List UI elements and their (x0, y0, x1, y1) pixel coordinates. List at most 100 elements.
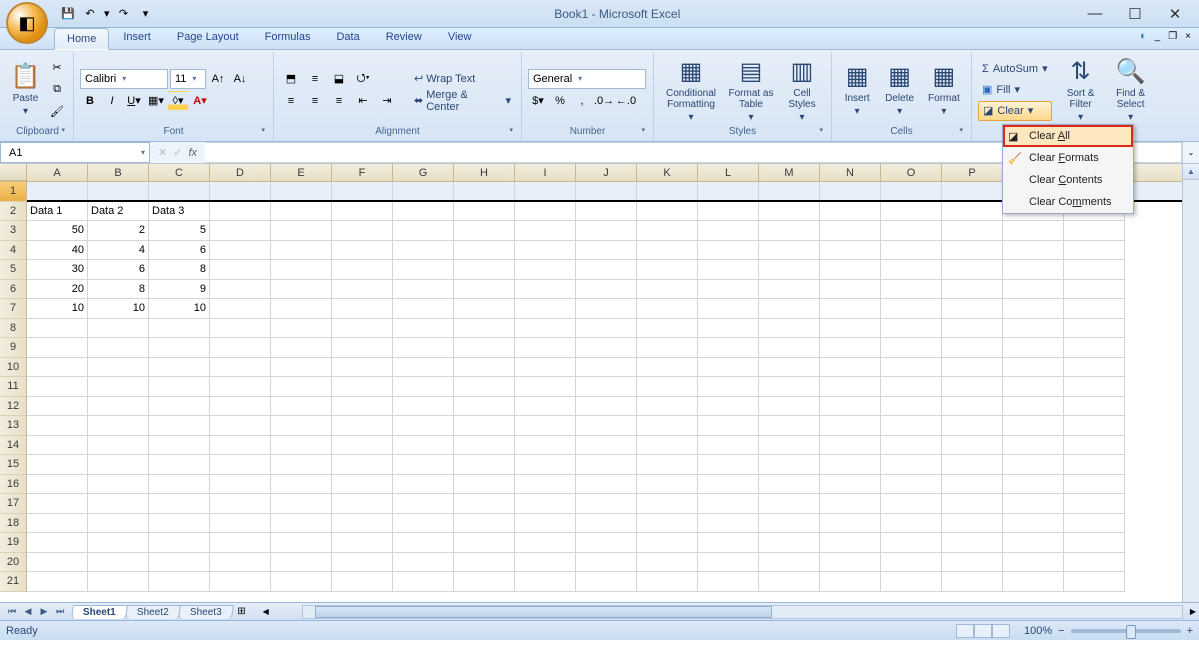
clear-contents-item[interactable]: Clear Contents (1003, 169, 1133, 191)
cell-I4[interactable] (515, 241, 576, 261)
cell-N7[interactable] (820, 299, 881, 319)
cell-B20[interactable] (88, 553, 149, 573)
cell-J13[interactable] (576, 416, 637, 436)
cell-E15[interactable] (271, 455, 332, 475)
cell-J20[interactable] (576, 553, 637, 573)
cell-I10[interactable] (515, 358, 576, 378)
cell-L17[interactable] (698, 494, 759, 514)
cell-L3[interactable] (698, 221, 759, 241)
cell-D2[interactable] (210, 202, 271, 222)
cell-P20[interactable] (942, 553, 1003, 573)
cell-J9[interactable] (576, 338, 637, 358)
grow-font-button[interactable]: A↑ (208, 69, 228, 89)
cell-K2[interactable] (637, 202, 698, 222)
cut-button[interactable]: ✂ (47, 58, 67, 78)
cell-O2[interactable] (881, 202, 942, 222)
cell-H19[interactable] (454, 533, 515, 553)
cell-I13[interactable] (515, 416, 576, 436)
cell-F14[interactable] (332, 436, 393, 456)
cell-Q5[interactable] (1003, 260, 1064, 280)
cell-J14[interactable] (576, 436, 637, 456)
cell-E12[interactable] (271, 397, 332, 417)
orientation-button[interactable]: ⭯▾ (352, 69, 374, 89)
cell-B7[interactable]: 10 (88, 299, 149, 319)
cell-B19[interactable] (88, 533, 149, 553)
row-header-16[interactable]: 16 (0, 475, 27, 495)
cell-L2[interactable] (698, 202, 759, 222)
cell-D20[interactable] (210, 553, 271, 573)
cell-C12[interactable] (149, 397, 210, 417)
cell-F13[interactable] (332, 416, 393, 436)
cell-A8[interactable] (27, 319, 88, 339)
cell-C16[interactable] (149, 475, 210, 495)
col-header-O[interactable]: O (881, 164, 942, 181)
cell-L4[interactable] (698, 241, 759, 261)
restore-window-icon[interactable]: ❐ (1168, 31, 1177, 42)
clear-all-item[interactable]: ◪Clear All (1003, 125, 1133, 147)
cell-H14[interactable] (454, 436, 515, 456)
cell-I2[interactable] (515, 202, 576, 222)
increase-indent-button[interactable]: ⇥ (376, 91, 398, 111)
cell-O16[interactable] (881, 475, 942, 495)
cell-B17[interactable] (88, 494, 149, 514)
font-size-combo[interactable]: 11 (170, 69, 206, 89)
tab-formulas[interactable]: Formulas (253, 27, 323, 49)
cell-R13[interactable] (1064, 416, 1125, 436)
wrap-text-button[interactable]: ↩Wrap Text (410, 69, 515, 89)
col-header-D[interactable]: D (210, 164, 271, 181)
sheet-nav-prev-icon[interactable]: ◀ (20, 606, 36, 617)
cell-B18[interactable] (88, 514, 149, 534)
comma-button[interactable]: , (572, 91, 592, 111)
cell-L13[interactable] (698, 416, 759, 436)
cell-H16[interactable] (454, 475, 515, 495)
cell-F8[interactable] (332, 319, 393, 339)
cell-N21[interactable] (820, 572, 881, 592)
increase-decimal-button[interactable]: .0→ (594, 91, 614, 111)
cell-K21[interactable] (637, 572, 698, 592)
cell-Q19[interactable] (1003, 533, 1064, 553)
cell-Q6[interactable] (1003, 280, 1064, 300)
sheet-nav-last-icon[interactable]: ⏭ (52, 606, 68, 617)
cell-D5[interactable] (210, 260, 271, 280)
align-bottom-button[interactable]: ⬓ (328, 69, 350, 89)
row-header-19[interactable]: 19 (0, 533, 27, 553)
cell-E18[interactable] (271, 514, 332, 534)
col-header-E[interactable]: E (271, 164, 332, 181)
cell-N15[interactable] (820, 455, 881, 475)
cell-I18[interactable] (515, 514, 576, 534)
cell-Q14[interactable] (1003, 436, 1064, 456)
cell-N3[interactable] (820, 221, 881, 241)
row-header-17[interactable]: 17 (0, 494, 27, 514)
office-button[interactable]: ◧ (6, 2, 48, 44)
cell-A9[interactable] (27, 338, 88, 358)
cell-A16[interactable] (27, 475, 88, 495)
cell-B2[interactable]: Data 2 (88, 202, 149, 222)
cell-D16[interactable] (210, 475, 271, 495)
cell-R9[interactable] (1064, 338, 1125, 358)
row-header-5[interactable]: 5 (0, 260, 27, 280)
cell-F9[interactable] (332, 338, 393, 358)
cell-Q17[interactable] (1003, 494, 1064, 514)
cell-G16[interactable] (393, 475, 454, 495)
cell-I21[interactable] (515, 572, 576, 592)
cell-C17[interactable] (149, 494, 210, 514)
cell-M19[interactable] (759, 533, 820, 553)
cell-O14[interactable] (881, 436, 942, 456)
cell-H3[interactable] (454, 221, 515, 241)
sheet-tab-sheet3[interactable]: Sheet3 (178, 605, 234, 619)
tab-view[interactable]: View (436, 27, 484, 49)
cell-R4[interactable] (1064, 241, 1125, 261)
format-cells-button[interactable]: ▦Format▾ (923, 57, 965, 123)
cell-F21[interactable] (332, 572, 393, 592)
cell-G10[interactable] (393, 358, 454, 378)
cell-O9[interactable] (881, 338, 942, 358)
cell-K19[interactable] (637, 533, 698, 553)
cell-E10[interactable] (271, 358, 332, 378)
percent-button[interactable]: % (550, 91, 570, 111)
cell-E6[interactable] (271, 280, 332, 300)
cell-I11[interactable] (515, 377, 576, 397)
cell-H4[interactable] (454, 241, 515, 261)
font-name-combo[interactable]: Calibri (80, 69, 168, 89)
cell-E13[interactable] (271, 416, 332, 436)
cell-F10[interactable] (332, 358, 393, 378)
